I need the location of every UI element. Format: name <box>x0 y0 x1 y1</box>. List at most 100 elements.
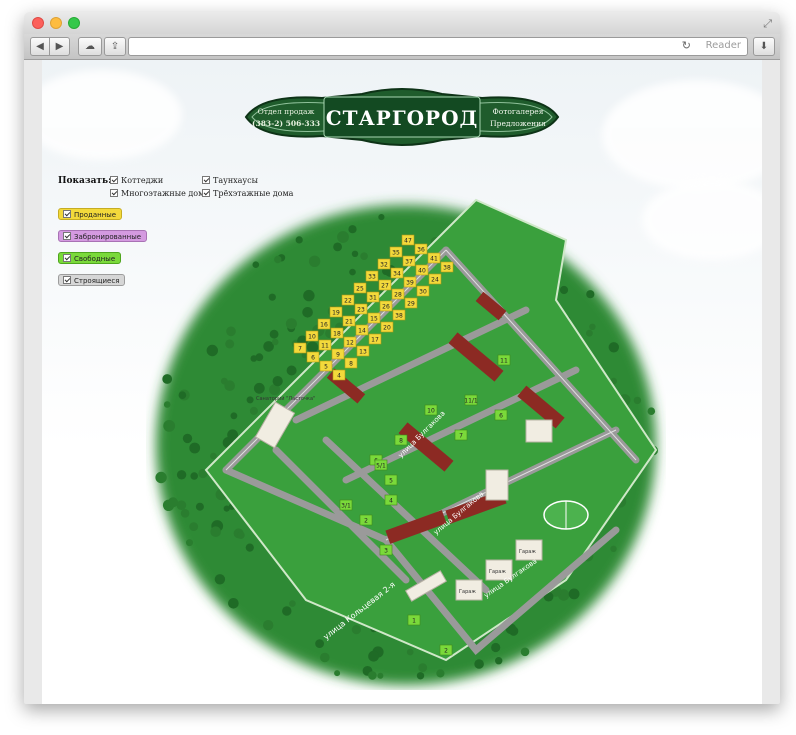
sold-lot-number: 10 <box>308 334 316 341</box>
sold-lot[interactable]: 14 <box>355 324 369 336</box>
sold-lot[interactable]: 32 <box>377 258 391 270</box>
tree-icon <box>495 657 503 665</box>
sold-lot[interactable]: 36 <box>414 243 428 255</box>
checkbox-icon[interactable] <box>110 189 118 197</box>
sold-lot[interactable]: 24 <box>428 273 442 285</box>
free-lot[interactable]: 2 <box>359 514 373 526</box>
sold-lot[interactable]: 13 <box>356 345 370 357</box>
forward-button[interactable]: ▶ <box>50 37 70 56</box>
free-lot[interactable]: 8 <box>394 434 408 446</box>
sold-lot-number: 23 <box>357 307 365 314</box>
sold-lot[interactable]: 38 <box>392 309 406 321</box>
share-button[interactable]: ⇪ <box>104 37 126 56</box>
sold-lot[interactable]: 17 <box>368 333 382 345</box>
free-lot[interactable]: 2 <box>439 644 453 656</box>
sold-lot[interactable]: 31 <box>366 291 380 303</box>
sold-lot[interactable]: 38 <box>440 261 454 273</box>
close-window-button[interactable] <box>32 17 44 29</box>
sold-lot[interactable]: 41 <box>427 252 441 264</box>
sold-lot[interactable]: 35 <box>389 246 403 258</box>
sold-lot[interactable]: 27 <box>378 279 392 291</box>
sold-lot[interactable]: 47 <box>401 234 415 246</box>
sold-lot[interactable]: 20 <box>380 321 394 333</box>
free-lot[interactable]: 11 <box>497 354 511 366</box>
checkbox-icon[interactable] <box>63 276 71 284</box>
phone-line-2: (383-2) 506-333 <box>252 119 320 128</box>
sold-lot[interactable]: 6 <box>306 351 320 363</box>
icloud-tabs-button[interactable]: ☁ <box>78 37 102 56</box>
sold-lot-number: 30 <box>419 289 427 296</box>
sold-lot[interactable]: 21 <box>342 315 356 327</box>
sold-lot[interactable]: 12 <box>343 336 357 348</box>
sold-lot[interactable]: 16 <box>317 318 331 330</box>
sold-lot[interactable]: 33 <box>365 270 379 282</box>
status-filter-building[interactable]: Строящиеся <box>58 274 126 286</box>
tree-icon <box>337 231 349 243</box>
zoom-window-button[interactable] <box>68 17 80 29</box>
address-bar[interactable]: ↻ Reader <box>128 37 748 56</box>
sold-lot[interactable]: 34 <box>390 267 404 279</box>
back-button[interactable]: ◀ <box>30 37 50 56</box>
free-lot-number: 5 <box>389 478 393 485</box>
free-lot-number: 3 <box>384 548 388 555</box>
sold-lot[interactable]: 7 <box>293 342 307 354</box>
download-icon: ⬇ <box>759 41 769 52</box>
status-filter-sold[interactable]: Проданные <box>58 208 123 220</box>
checkbox-icon[interactable] <box>110 176 118 184</box>
free-lot[interactable]: 5 <box>384 474 398 486</box>
free-lot[interactable]: 10 <box>424 404 438 416</box>
sold-lot[interactable]: 5 <box>319 360 333 372</box>
sold-lot[interactable]: 37 <box>402 255 416 267</box>
sold-lot[interactable]: 18 <box>330 327 344 339</box>
back-arrow-icon: ◀ <box>36 41 44 52</box>
sold-lot[interactable]: 23 <box>354 303 368 315</box>
offers-link[interactable]: Предложения <box>490 119 546 128</box>
reader-button[interactable]: Reader <box>706 40 741 51</box>
sold-lot[interactable]: 19 <box>329 306 343 318</box>
sold-lot[interactable]: 30 <box>416 285 430 297</box>
tree-icon <box>272 376 283 387</box>
free-lot[interactable]: 6 <box>494 409 508 421</box>
sold-lot-number: 27 <box>381 283 389 290</box>
free-lot[interactable]: 1 <box>407 614 421 626</box>
status-filter-free[interactable]: Свободные <box>58 252 122 264</box>
sold-lot[interactable]: 22 <box>341 294 355 306</box>
settlement-map[interactable]: улица Кольцевая 2-я улица Булгакова улиц… <box>146 180 666 690</box>
sold-lot-number: 25 <box>356 286 364 293</box>
free-lot[interactable]: 7 <box>454 429 468 441</box>
tree-icon <box>333 242 342 252</box>
minimize-window-button[interactable] <box>50 17 62 29</box>
free-lot[interactable]: 3 <box>379 544 393 556</box>
fullscreen-icon[interactable]: ⤢ <box>763 17 772 31</box>
sold-lot-number: 21 <box>345 319 353 326</box>
sold-lot[interactable]: 25 <box>353 282 367 294</box>
sold-lot[interactable]: 9 <box>331 348 345 360</box>
sold-lot[interactable]: 26 <box>379 300 393 312</box>
free-lot[interactable]: 11/1 <box>464 394 478 406</box>
tree-icon <box>163 401 171 408</box>
status-label: Строящиеся <box>74 277 120 285</box>
sold-lot[interactable]: 28 <box>391 288 405 300</box>
free-lot[interactable]: 4 <box>384 494 398 506</box>
sold-lot[interactable]: 40 <box>415 264 429 276</box>
tree-icon <box>226 326 236 337</box>
sold-lot[interactable]: 39 <box>403 276 417 288</box>
free-lot[interactable]: 3/1 <box>339 499 353 511</box>
sold-lot[interactable]: 15 <box>367 312 381 324</box>
sold-lot-number: 12 <box>346 340 354 347</box>
sold-lot[interactable]: 4 <box>332 369 346 381</box>
gallery-link[interactable]: Фотогалерея <box>493 107 544 116</box>
reload-icon[interactable]: ↻ <box>682 39 691 52</box>
sold-lot[interactable]: 8 <box>344 357 358 369</box>
free-lot[interactable]: 5/1 <box>374 459 388 471</box>
sold-lot[interactable]: 11 <box>318 339 332 351</box>
sold-lot[interactable]: 29 <box>404 297 418 309</box>
sold-lot[interactable]: 10 <box>305 330 319 342</box>
checkbox-icon[interactable] <box>63 210 71 218</box>
tree-icon <box>586 329 593 337</box>
tree-icon <box>315 639 324 648</box>
checkbox-icon[interactable] <box>63 232 71 240</box>
status-filter-reserved[interactable]: Забронированные <box>58 230 148 242</box>
checkbox-icon[interactable] <box>63 254 71 262</box>
downloads-button[interactable]: ⬇ <box>753 37 775 56</box>
